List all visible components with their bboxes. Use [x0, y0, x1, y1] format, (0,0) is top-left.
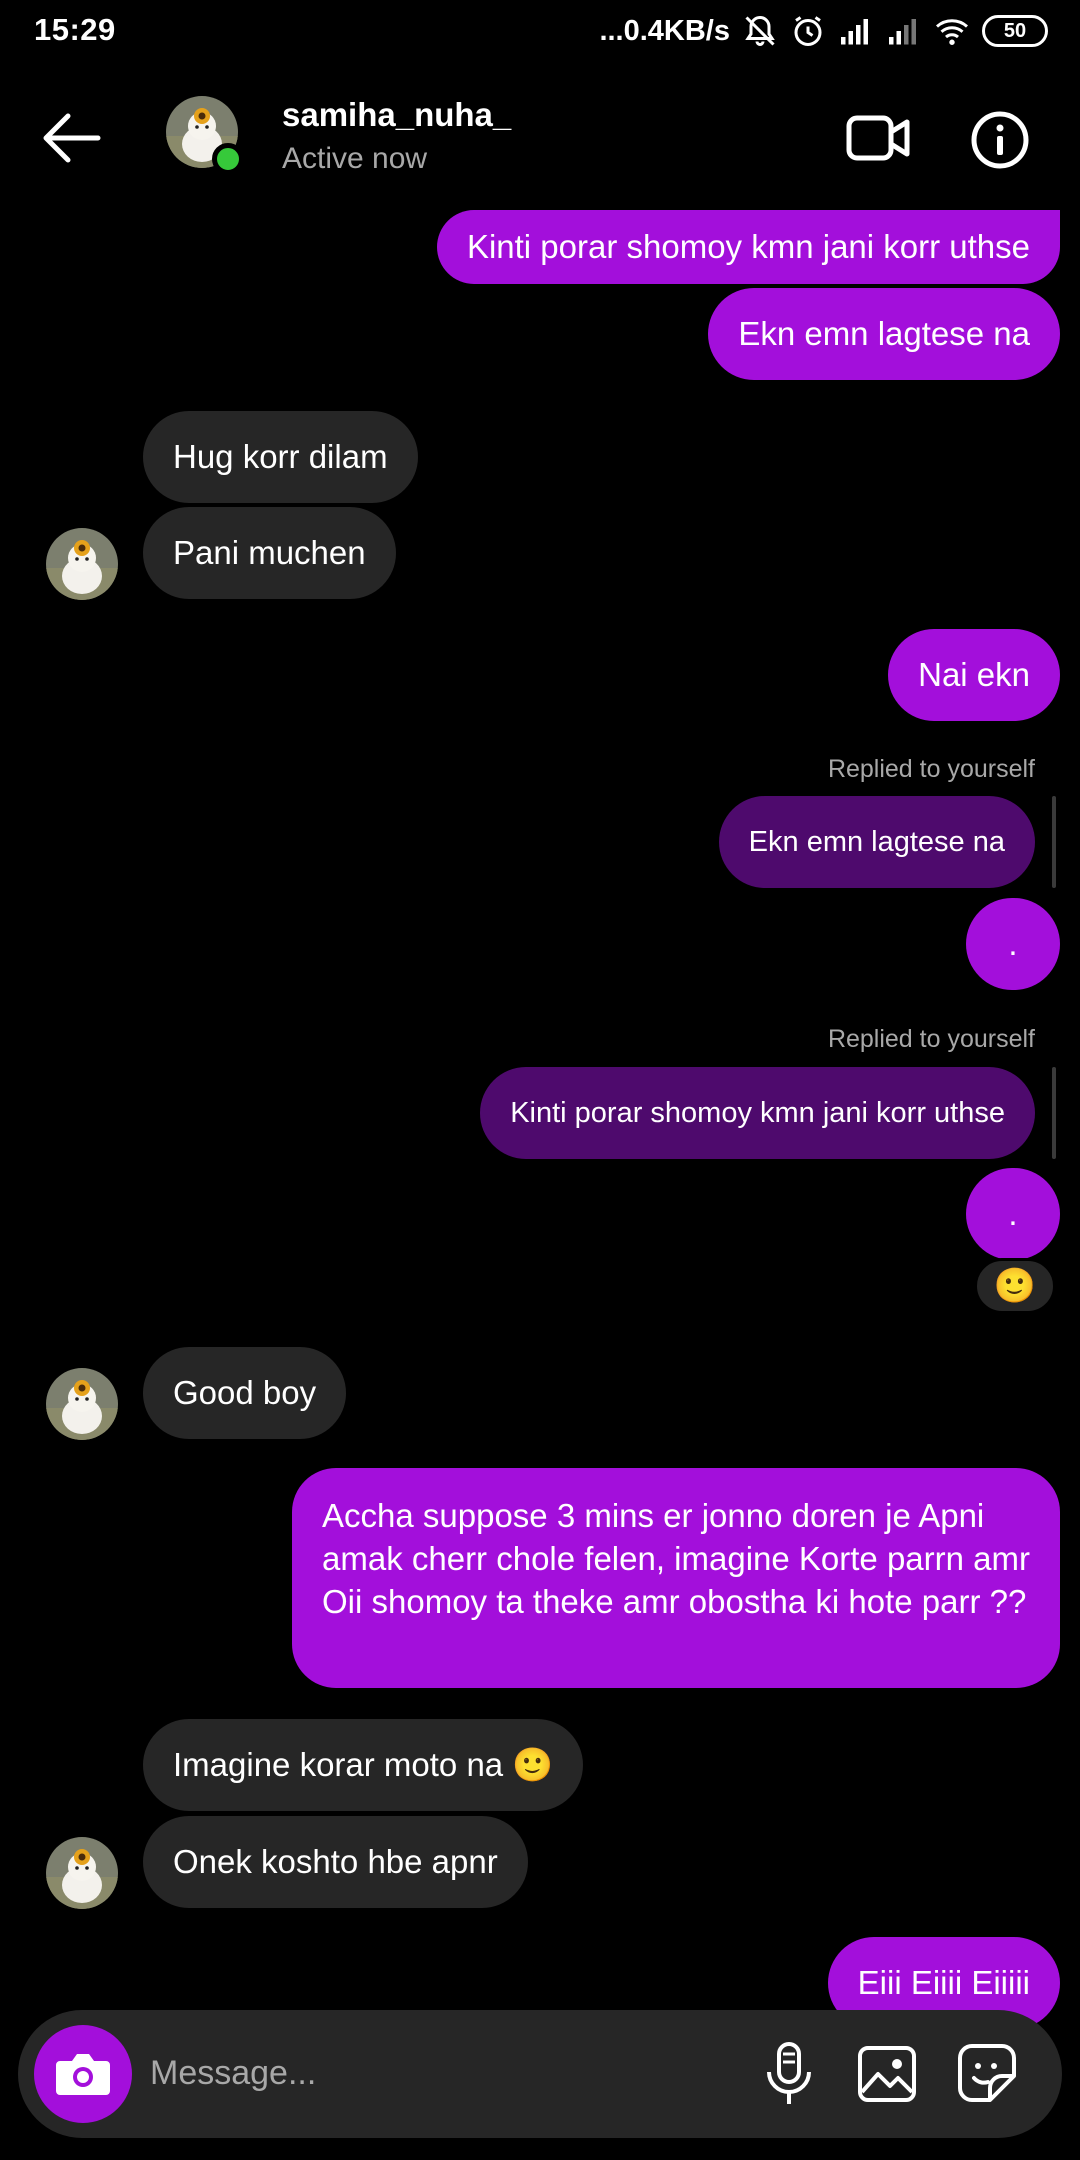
- quoted-message[interactable]: Ekn emn lagtese na: [718, 796, 1035, 888]
- contact-avatar-small[interactable]: [46, 1837, 118, 1909]
- message-bubble-outgoing[interactable]: Accha suppose 3 mins er jonno doren je A…: [292, 1468, 1060, 1688]
- message-composer: [18, 2010, 1062, 2138]
- microphone-icon[interactable]: [756, 2040, 822, 2108]
- message-bubble-incoming[interactable]: Imagine korar moto na 🙂: [143, 1719, 584, 1811]
- alarm-icon: [794, 16, 822, 46]
- info-icon[interactable]: [970, 110, 1030, 170]
- battery-level: 50: [1003, 19, 1027, 42]
- active-status: Active now: [282, 142, 428, 175]
- reply-indicator-bar: [1052, 796, 1056, 888]
- message-bubble-incoming[interactable]: Good boy: [143, 1347, 347, 1439]
- message-bubble-outgoing[interactable]: Kinti porar shomoy kmn jani korr uthse: [436, 210, 1060, 284]
- contact-avatar-small[interactable]: [46, 528, 118, 600]
- gallery-icon[interactable]: [854, 2040, 920, 2108]
- camera-icon: [56, 2054, 110, 2095]
- battery-indicator: 50: [982, 15, 1048, 47]
- quoted-message[interactable]: Kinti porar shomoy kmn jani korr uthse: [480, 1067, 1035, 1159]
- camera-button[interactable]: [34, 2025, 132, 2123]
- chat-screen: 15:29 ...0.4KB/s 50 samiha_nuha_ Active …: [0, 0, 1080, 2160]
- message-bubble-incoming[interactable]: Onek koshto hbe apnr: [143, 1816, 528, 1908]
- status-time: 15:29: [34, 12, 116, 47]
- reply-label: Replied to yourself: [827, 1025, 1035, 1053]
- signal-icon: [841, 19, 868, 45]
- message-bubble-outgoing[interactable]: .: [966, 1168, 1060, 1260]
- message-bubble-outgoing[interactable]: Ekn emn lagtese na: [708, 288, 1060, 380]
- contact-avatar-small[interactable]: [46, 1368, 118, 1440]
- message-input[interactable]: [150, 2040, 720, 2106]
- back-arrow-icon[interactable]: [38, 108, 104, 168]
- reply-indicator-bar: [1052, 1067, 1056, 1159]
- network-speed: ...0.4KB/s: [599, 14, 730, 47]
- signal-icon: [889, 19, 916, 45]
- message-bubble-outgoing[interactable]: Nai ekn: [888, 629, 1060, 721]
- contact-username[interactable]: samiha_nuha_: [282, 96, 511, 134]
- reply-label: Replied to yourself: [827, 755, 1035, 783]
- online-status-dot: [212, 143, 244, 175]
- silent-bell-icon: [745, 15, 775, 46]
- message-bubble-incoming[interactable]: Hug korr dilam: [143, 411, 418, 503]
- reaction-badge[interactable]: 🙂: [974, 1258, 1056, 1314]
- wifi-icon: [936, 19, 968, 45]
- chat-header: samiha_nuha_ Active now: [0, 70, 1080, 205]
- video-call-icon[interactable]: [845, 108, 911, 168]
- message-bubble-outgoing[interactable]: .: [966, 898, 1060, 990]
- message-bubble-incoming[interactable]: Pani muchen: [143, 507, 396, 599]
- sticker-icon[interactable]: [954, 2040, 1020, 2108]
- status-bar: 15:29 ...0.4KB/s 50: [0, 0, 1080, 62]
- status-indicators: ...0.4KB/s 50: [599, 10, 1048, 52]
